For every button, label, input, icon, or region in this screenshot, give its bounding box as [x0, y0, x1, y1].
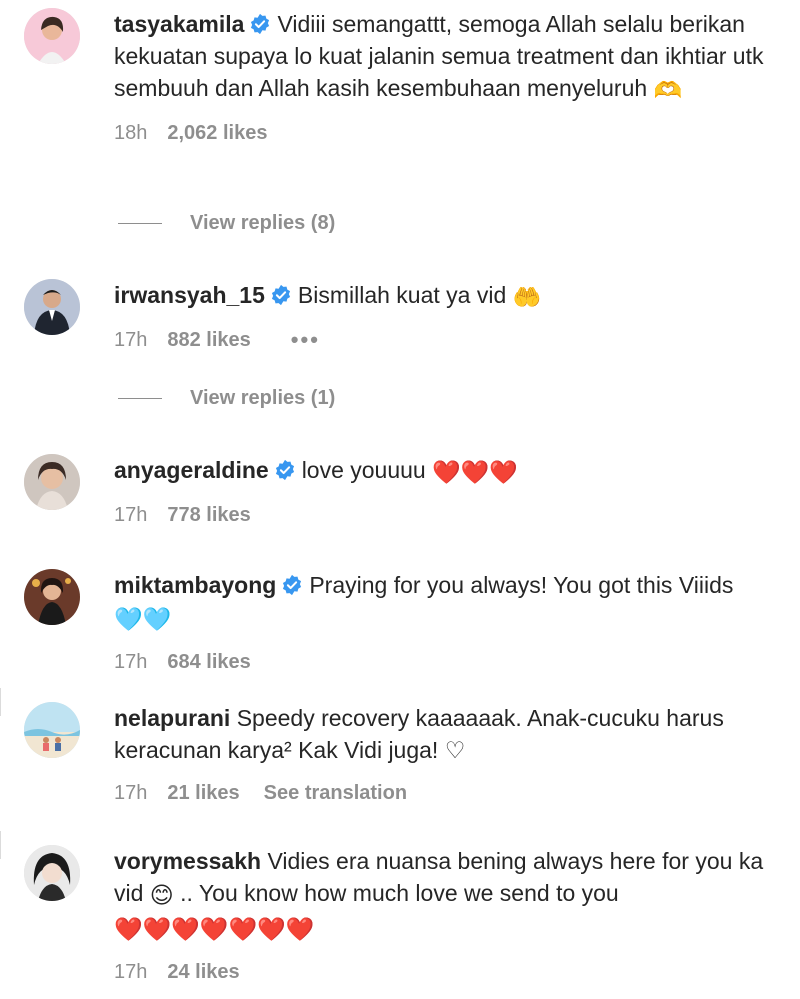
comment-time[interactable]: 18h: [114, 122, 147, 145]
view-replies-button[interactable]: View replies (8): [118, 208, 335, 238]
avatar[interactable]: [24, 569, 80, 625]
red-hearts-emoji-icon: ❤️❤️❤️: [432, 459, 519, 485]
username[interactable]: nelapurani: [114, 705, 230, 731]
avatar[interactable]: [24, 454, 80, 510]
comment-time[interactable]: 17h: [114, 782, 147, 805]
divider-line: [118, 222, 162, 224]
verified-badge-icon: [251, 13, 270, 35]
username[interactable]: anyageraldine: [114, 457, 269, 483]
avatar-image-icon: [24, 8, 80, 64]
verified-badge-icon: [283, 574, 302, 596]
username[interactable]: tasyakamila: [114, 11, 244, 37]
comment-body: Praying for you always! You got this Vii…: [309, 572, 734, 598]
smiling-face-emoji-icon: 😊: [149, 882, 174, 908]
likes-count[interactable]: 882 likes: [167, 329, 250, 352]
avatar[interactable]: [24, 845, 80, 901]
comment-body: Bismillah kuat ya vid: [297, 282, 507, 308]
comment-time[interactable]: 17h: [114, 961, 147, 984]
comment-text: irwansyah_15 Bismillah kuat ya vid 🤲: [114, 279, 782, 313]
view-replies-button[interactable]: View replies (1): [118, 383, 335, 413]
comment-text: tasyakamila Vidiii semangattt, semoga All…: [114, 8, 782, 106]
username[interactable]: vorymessakh: [114, 848, 261, 874]
light-blue-hearts-emoji-icon: 🩵🩵: [114, 606, 172, 632]
verified-badge-icon: [275, 459, 294, 481]
comment-text: miktambayong Praying for you always! You …: [114, 569, 782, 635]
comment-body: love youuuu: [301, 457, 426, 483]
comment-time[interactable]: 17h: [114, 329, 147, 352]
comment-text: vorymessakh Vidies era nuansa bening alw…: [114, 845, 782, 945]
avatar-image-icon: [24, 569, 80, 625]
username[interactable]: miktambayong: [114, 572, 276, 598]
red-hearts-emoji-icon: ❤️❤️❤️❤️❤️❤️❤️: [114, 916, 315, 942]
verified-badge-icon: [271, 284, 290, 306]
comments-feed: tasyakamila Vidiii semangattt, semoga All…: [0, 0, 800, 999]
comment-text: anyageraldine love youuuu ❤️❤️❤️: [114, 454, 782, 488]
avatar-image-icon: [24, 454, 80, 510]
comment-text: nelapurani Speedy recovery kaaaaaak. Ana…: [114, 702, 782, 766]
avatar-image-icon: [24, 279, 80, 335]
comment-body-continued: .. You know how much love we send to you: [180, 880, 619, 906]
divider-line: [118, 397, 162, 399]
likes-count[interactable]: 684 likes: [167, 651, 250, 674]
avatar-image-icon: [24, 702, 80, 758]
view-replies-label: View replies (8): [190, 211, 336, 234]
likes-count[interactable]: 778 likes: [167, 504, 250, 527]
likes-count[interactable]: 21 likes: [167, 782, 239, 805]
more-options-icon[interactable]: •••: [291, 327, 320, 353]
likes-count[interactable]: 2,062 likes: [167, 122, 267, 145]
comment-time[interactable]: 17h: [114, 651, 147, 674]
comment-time[interactable]: 17h: [114, 504, 147, 527]
heart-hands-emoji-icon: 🫶: [653, 77, 683, 103]
avatar-image-icon: [24, 845, 80, 901]
username[interactable]: irwansyah_15: [114, 282, 265, 308]
avatar[interactable]: [24, 702, 80, 758]
avatar[interactable]: [24, 279, 80, 335]
view-replies-label: View replies (1): [190, 386, 336, 409]
praying-hands-emoji-icon: 🤲: [512, 284, 542, 310]
likes-count[interactable]: 24 likes: [167, 961, 239, 984]
see-translation-button[interactable]: See translation: [264, 782, 407, 805]
avatar[interactable]: [24, 8, 80, 64]
